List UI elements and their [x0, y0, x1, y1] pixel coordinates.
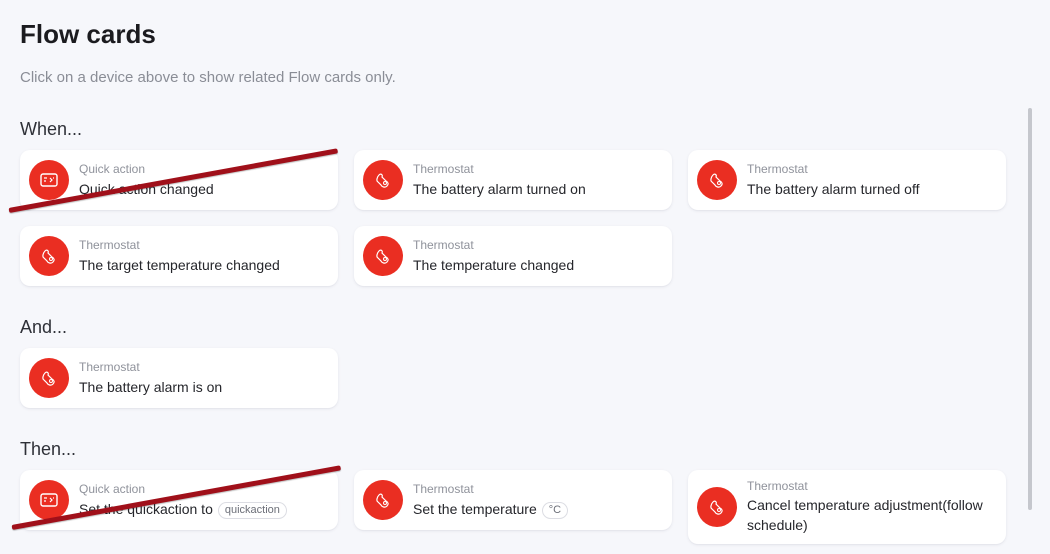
flow-card-target-temperature-changed[interactable]: Thermostat The target temperature change… [20, 226, 338, 286]
page-title: Flow cards [20, 19, 156, 49]
thermostat-icon [363, 160, 403, 200]
card-kind: Quick action [79, 162, 146, 176]
thermostat-icon [363, 236, 403, 276]
card-kind: Thermostat [79, 238, 140, 252]
section-title-then: Then... [20, 439, 77, 459]
thermostat-icon [697, 487, 737, 527]
card-kind: Thermostat [747, 162, 808, 176]
thermostat-icon [29, 236, 69, 276]
card-label: The battery alarm turned on [413, 181, 586, 197]
celsius-token[interactable]: °C [541, 502, 569, 519]
quickaction-token[interactable]: quickaction [217, 502, 287, 519]
flow-card-set-temperature[interactable]: Thermostat Set the temperature °C [354, 470, 672, 530]
card-kind: Thermostat [413, 162, 474, 176]
thermostat-icon [29, 358, 69, 398]
card-label: The temperature changed [413, 257, 575, 273]
card-label: Set the temperature °C [413, 499, 662, 519]
section-title-when: When... [20, 119, 83, 139]
card-label: Cancel temperature adjustment(follow sch… [747, 497, 983, 533]
card-kind: Thermostat [79, 360, 140, 374]
card-kind: Thermostat [747, 479, 808, 493]
flow-card-battery-alarm-off[interactable]: Thermostat The battery alarm turned off [688, 150, 1006, 210]
flow-card-cancel-temperature-adjustment[interactable]: Thermostat Cancel temperature adjustment… [688, 470, 1006, 544]
card-kind: Quick action [79, 482, 146, 496]
flow-card-battery-alarm-on[interactable]: Thermostat The battery alarm turned on [354, 150, 672, 210]
card-label: The battery alarm is on [79, 379, 223, 395]
flow-cards-page: Flow cards Click on a device above to sh… [0, 0, 1050, 554]
quick-action-icon [29, 480, 69, 520]
thermostat-icon [697, 160, 737, 200]
section-title-and: And... [20, 317, 68, 337]
card-kind: Thermostat [413, 238, 474, 252]
card-label-text: Set the temperature [413, 501, 537, 517]
card-label: The battery alarm turned off [747, 181, 920, 197]
page-subtitle: Click on a device above to show related … [20, 69, 396, 86]
quick-action-icon [29, 160, 69, 200]
flow-card-temperature-changed[interactable]: Thermostat The temperature changed [354, 226, 672, 286]
card-kind: Thermostat [413, 482, 474, 496]
flow-card-battery-alarm-is-on[interactable]: Thermostat The battery alarm is on [20, 348, 338, 408]
card-label: The target temperature changed [79, 257, 280, 273]
thermostat-icon [363, 480, 403, 520]
scrollbar[interactable] [1028, 108, 1032, 510]
